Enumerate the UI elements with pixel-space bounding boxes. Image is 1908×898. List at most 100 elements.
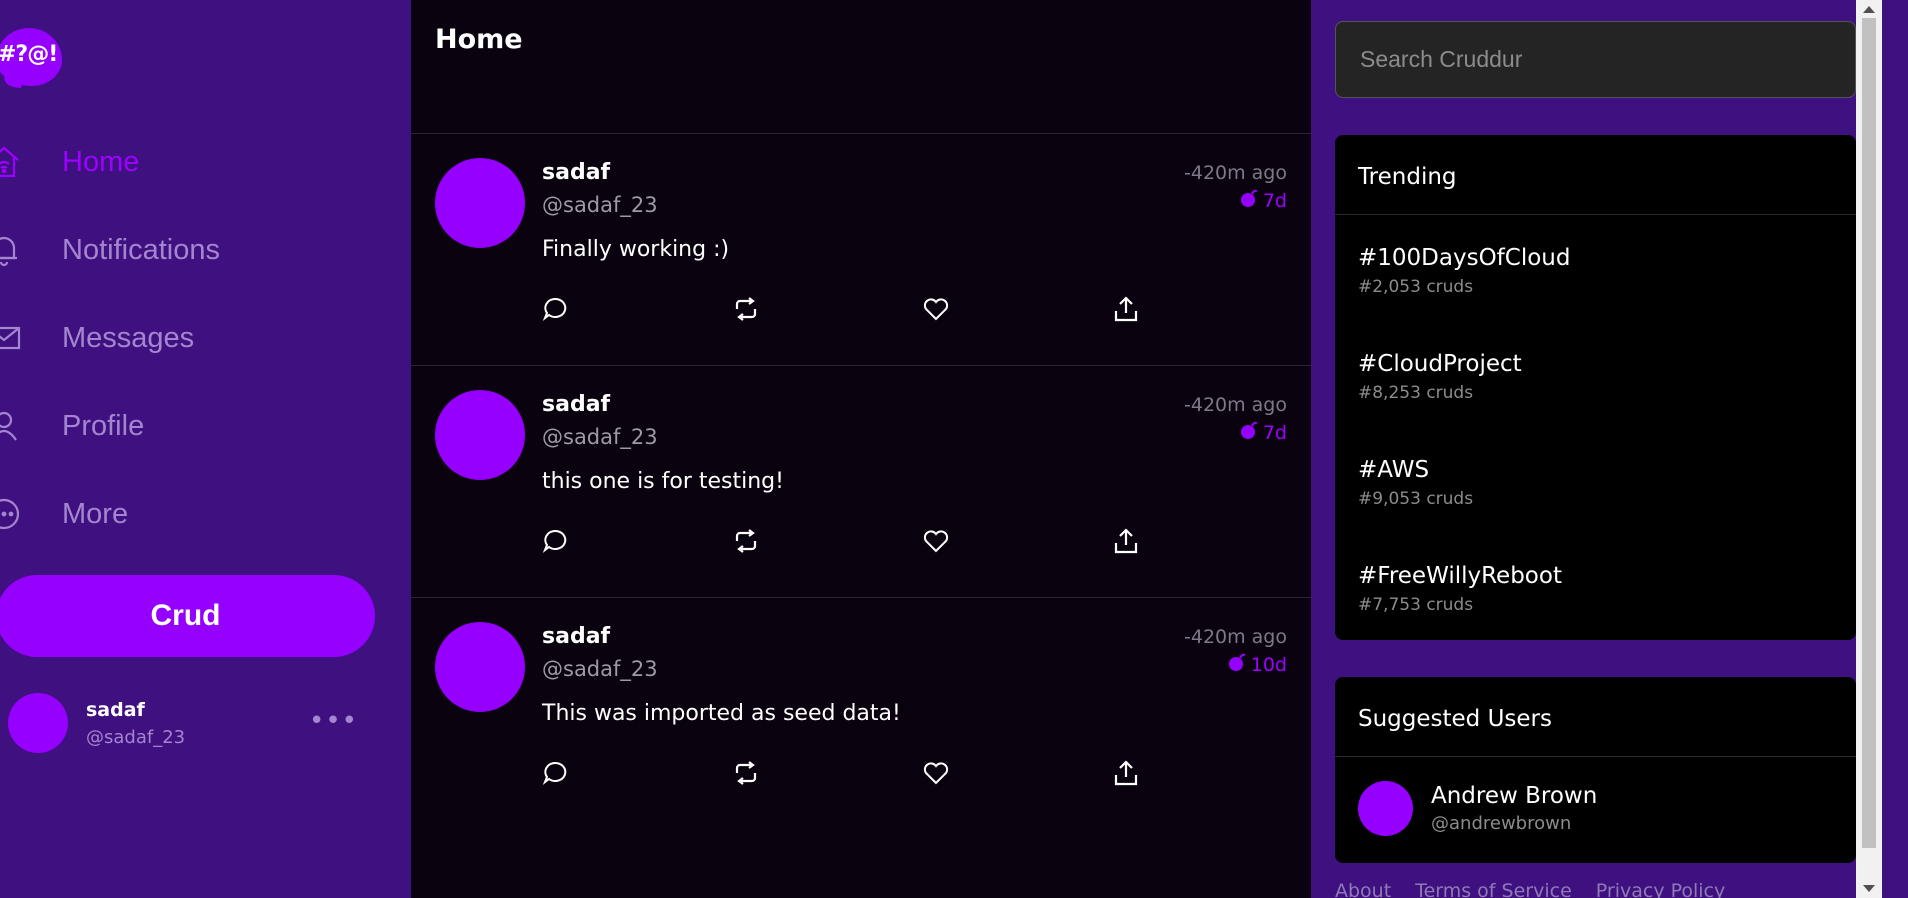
activity-item[interactable]: sadaf @sadaf_23 -420m ago 10d This was impor… [411, 598, 1311, 830]
trending-item[interactable]: #CloudProject #8,253 cruds [1335, 321, 1856, 427]
share-button[interactable] [1112, 758, 1302, 792]
activity-display-name[interactable]: sadaf [542, 392, 610, 417]
logo-text: #?@! [0, 42, 58, 67]
profile-card[interactable]: sadaf @sadaf_23 ••• [8, 692, 358, 754]
scroll-down-arrow-icon[interactable] [1863, 885, 1875, 892]
trending-tag: #CloudProject [1358, 351, 1522, 377]
activity-message: this one is for testing! [542, 469, 784, 494]
share-icon [1112, 295, 1140, 327]
search-input[interactable] [1335, 21, 1856, 98]
heart-icon [922, 528, 950, 558]
crud-button[interactable]: Crud [0, 575, 375, 657]
sidebar-nav: Home Notifications Messages Profile More [0, 118, 400, 558]
sidebar-item-label: Notifications [62, 233, 220, 266]
profile-text: sadaf @sadaf_23 [86, 699, 185, 748]
activity-handle[interactable]: @sadaf_23 [542, 425, 658, 449]
like-button[interactable] [922, 526, 1112, 560]
reply-button[interactable] [542, 526, 732, 560]
suggested-user-handle: @andrewbrown [1431, 813, 1572, 834]
sidebar-item-more[interactable]: More [0, 470, 400, 558]
trending-tag: #FreeWillyReboot [1358, 563, 1562, 589]
share-button[interactable] [1112, 294, 1302, 328]
home-icon [0, 142, 62, 182]
share-icon [1112, 759, 1140, 791]
share-icon [1112, 527, 1140, 559]
bomb-icon [1239, 420, 1259, 445]
activity-actions [542, 758, 1302, 792]
repost-icon [732, 760, 760, 790]
activity-item[interactable]: sadaf @sadaf_23 -420m ago 7d Finally working… [411, 134, 1311, 366]
activity-handle[interactable]: @sadaf_23 [542, 193, 658, 217]
activity-expires-at: 10d [1227, 652, 1287, 677]
envelope-icon [0, 318, 62, 358]
reply-icon [542, 296, 568, 326]
suggested-users-panel: Suggested Users Andrew Brown @andrewbrow… [1335, 677, 1856, 863]
reply-icon [542, 760, 568, 790]
trending-tag: #100DaysOfCloud [1358, 245, 1571, 271]
avatar[interactable] [435, 158, 525, 248]
activity-message: This was imported as seed data! [542, 701, 901, 726]
activity-expires-at: 7d [1239, 188, 1287, 213]
sidebar-item-notifications[interactable]: Notifications [0, 206, 400, 294]
activity-created-at: -420m ago [1184, 626, 1287, 648]
sidebar-item-profile[interactable]: Profile [0, 382, 400, 470]
suggested-users-title: Suggested Users [1335, 677, 1856, 757]
activity-display-name[interactable]: sadaf [542, 160, 610, 185]
sidebar-item-label: More [62, 497, 129, 530]
avatar[interactable] [435, 390, 525, 480]
sidebar-item-label: Home [62, 145, 140, 178]
trending-count: #9,053 cruds [1358, 489, 1474, 509]
avatar [1358, 781, 1413, 836]
trending-item[interactable]: #100DaysOfCloud #2,053 cruds [1335, 215, 1856, 321]
scroll-up-arrow-icon[interactable] [1863, 6, 1875, 13]
trending-panel: Trending #100DaysOfCloud #2,053 cruds #C… [1335, 135, 1856, 640]
repost-button[interactable] [732, 758, 922, 792]
reply-button[interactable] [542, 758, 732, 792]
bell-icon [0, 230, 62, 270]
activity-display-name[interactable]: sadaf [542, 624, 610, 649]
activity-expires-label: 7d [1262, 421, 1287, 444]
activity-expires-at: 7d [1239, 420, 1287, 445]
activity-handle[interactable]: @sadaf_23 [542, 657, 658, 681]
reply-button[interactable] [542, 294, 732, 328]
heart-icon [922, 760, 950, 790]
heart-icon [922, 296, 950, 326]
profile-name: sadaf [86, 698, 145, 721]
sidebar: #?@! Home Notifications Messages Profile… [0, 0, 411, 898]
trending-item[interactable]: #AWS #9,053 cruds [1335, 427, 1856, 533]
sidebar-item-messages[interactable]: Messages [0, 294, 400, 382]
page-title: Home [435, 24, 523, 55]
scrollbar[interactable] [1856, 0, 1882, 898]
scrollbar-thumb[interactable] [1862, 18, 1876, 848]
trending-item[interactable]: #FreeWillyReboot #7,753 cruds [1335, 533, 1856, 639]
sidebar-item-home[interactable]: Home [0, 118, 400, 206]
suggested-user[interactable]: Andrew Brown @andrewbrown [1335, 757, 1856, 836]
footer-link-terms[interactable]: Terms of Service [1415, 880, 1572, 898]
footer-link-about[interactable]: About [1335, 880, 1391, 898]
profile-more-button[interactable]: ••• [309, 706, 358, 736]
person-icon [0, 406, 62, 446]
activity-created-at: -420m ago [1184, 162, 1287, 184]
logo[interactable]: #?@! [0, 28, 62, 88]
like-button[interactable] [922, 294, 1112, 328]
repost-icon [732, 296, 760, 326]
bomb-icon [1239, 188, 1259, 213]
trending-count: #8,253 cruds [1358, 383, 1474, 403]
share-button[interactable] [1112, 526, 1302, 560]
avatar[interactable] [435, 622, 525, 712]
profile-handle: @sadaf_23 [86, 726, 186, 748]
activity-item[interactable]: sadaf @sadaf_23 -420m ago 7d this one is for… [411, 366, 1311, 598]
activity-created-at: -420m ago [1184, 394, 1287, 416]
more-circle-icon [0, 494, 62, 534]
app-root: #?@! Home Notifications Messages Profile… [0, 0, 1908, 898]
footer-link-privacy[interactable]: Privacy Policy [1596, 880, 1725, 898]
repost-button[interactable] [732, 294, 922, 328]
right-column: Trending #100DaysOfCloud #2,053 cruds #C… [1311, 0, 1882, 898]
activity-message: Finally working :) [542, 237, 730, 262]
trending-count: #7,753 cruds [1358, 595, 1474, 615]
activity-actions [542, 294, 1302, 328]
like-button[interactable] [922, 758, 1112, 792]
repost-button[interactable] [732, 526, 922, 560]
activity-expires-label: 7d [1262, 189, 1287, 212]
activity-expires-label: 10d [1250, 653, 1287, 676]
